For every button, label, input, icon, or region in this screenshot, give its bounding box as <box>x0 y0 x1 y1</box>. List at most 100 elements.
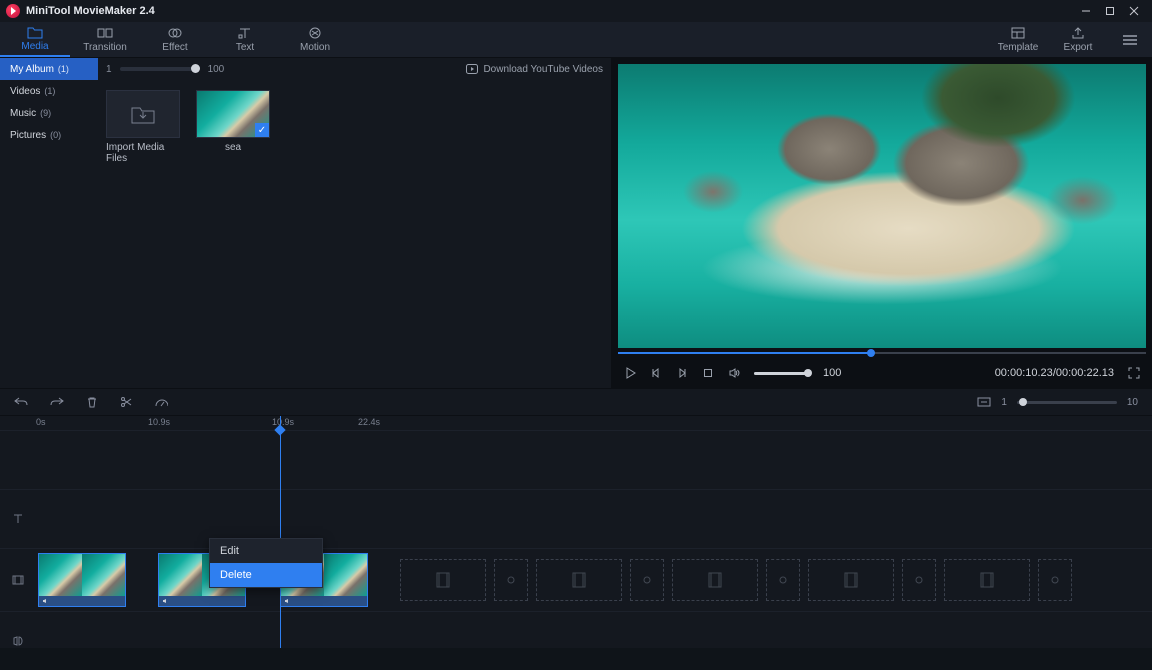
download-youtube-button[interactable]: Download YouTube Videos <box>466 64 603 75</box>
motion-icon <box>307 26 323 40</box>
split-button[interactable] <box>120 396 132 408</box>
tab-motion[interactable]: Motion <box>280 22 350 57</box>
play-button[interactable] <box>624 367 636 379</box>
sidebar-item-videos[interactable]: Videos(1) <box>0 80 98 102</box>
preview-viewport[interactable] <box>618 64 1146 348</box>
close-button[interactable] <box>1122 0 1146 22</box>
transition-placeholder[interactable] <box>766 559 800 601</box>
tab-effect[interactable]: Effect <box>140 22 210 57</box>
import-media-button[interactable]: Import Media Files <box>106 90 180 164</box>
stop-icon <box>702 367 714 379</box>
folder-download-icon <box>130 103 156 125</box>
next-frame-button[interactable] <box>676 367 688 379</box>
link-icon <box>640 573 654 587</box>
link-icon <box>1048 573 1062 587</box>
speed-button[interactable] <box>154 396 168 408</box>
ruler-mark: 0s <box>36 417 46 427</box>
scissors-icon <box>120 396 132 408</box>
tab-effect-label: Effect <box>162 42 187 53</box>
media-item-sea-label: sea <box>225 142 241 153</box>
minimize-button[interactable] <box>1074 0 1098 22</box>
volume-icon <box>728 367 740 379</box>
preview-panel: 100 00:00:10.23/00:00:22.13 <box>612 58 1152 388</box>
preview-seekbar[interactable] <box>618 348 1146 358</box>
film-icon <box>842 571 860 589</box>
tab-text-label: Text <box>236 42 254 53</box>
clip-placeholder[interactable] <box>400 559 486 601</box>
tab-media[interactable]: Media <box>0 22 70 57</box>
timeline-ruler[interactable]: 0s 10.9s 10.9s 22.4s <box>0 416 1152 430</box>
clip-placeholder[interactable] <box>808 559 894 601</box>
ruler-mark: 22.4s <box>358 417 380 427</box>
track-blank <box>0 430 1152 489</box>
hamburger-icon <box>1122 34 1138 46</box>
delete-button[interactable] <box>86 396 98 408</box>
volume-button[interactable] <box>728 367 740 379</box>
import-media-label: Import Media Files <box>106 142 180 164</box>
fit-button[interactable] <box>977 397 991 407</box>
clip-placeholder[interactable] <box>944 559 1030 601</box>
template-label: Template <box>998 42 1039 53</box>
sidebar-item-myalbum[interactable]: My Album(1) <box>0 58 98 80</box>
tab-transition[interactable]: Transition <box>70 22 140 57</box>
clip-context-menu: Edit Delete <box>209 538 323 588</box>
trash-icon <box>86 396 98 408</box>
template-button[interactable]: Template <box>988 22 1048 57</box>
tab-transition-label: Transition <box>83 42 127 53</box>
sidebar-item-pictures[interactable]: Pictures(0) <box>0 124 98 146</box>
ruler-mark: 10.9s <box>148 417 170 427</box>
film-icon <box>706 571 724 589</box>
speaker-icon <box>42 597 50 605</box>
tab-motion-label: Motion <box>300 42 330 53</box>
redo-icon <box>50 396 64 408</box>
template-icon <box>1010 26 1026 40</box>
main-tabs: Media Transition Effect Text Motion Temp… <box>0 22 1152 58</box>
undo-button[interactable] <box>14 396 28 408</box>
track-video[interactable] <box>0 548 1152 611</box>
export-label: Export <box>1064 42 1093 53</box>
playhead[interactable] <box>280 416 281 648</box>
link-icon <box>912 573 926 587</box>
app-logo-icon <box>6 4 20 18</box>
timeline-zoom-max: 10 <box>1127 397 1138 408</box>
volume-value: 100 <box>823 367 841 379</box>
ruler-mark: 10.9s <box>272 417 294 427</box>
transition-placeholder[interactable] <box>494 559 528 601</box>
titlebar: MiniTool MovieMaker 2.4 <box>0 0 1152 22</box>
track-audio[interactable] <box>0 611 1152 670</box>
thumb-zoom-slider[interactable] <box>120 67 200 71</box>
stop-button[interactable] <box>702 367 714 379</box>
undo-icon <box>14 396 28 408</box>
sidebar-item-music[interactable]: Music(9) <box>0 102 98 124</box>
next-frame-icon <box>676 367 688 379</box>
link-icon <box>504 573 518 587</box>
thumb-zoom-min: 1 <box>106 64 112 75</box>
ctx-edit[interactable]: Edit <box>210 539 322 563</box>
export-button[interactable]: Export <box>1048 22 1108 57</box>
link-icon <box>776 573 790 587</box>
fullscreen-button[interactable] <box>1128 367 1140 379</box>
menu-button[interactable] <box>1108 22 1152 57</box>
track-text[interactable] <box>0 489 1152 548</box>
library-panel: 1 100 Download YouTube Videos Import Med… <box>98 58 612 388</box>
transition-placeholder[interactable] <box>1038 559 1072 601</box>
prev-frame-button[interactable] <box>650 367 662 379</box>
check-icon: ✓ <box>255 123 269 137</box>
clip-placeholder[interactable] <box>672 559 758 601</box>
tab-text[interactable]: Text <box>210 22 280 57</box>
redo-button[interactable] <box>50 396 64 408</box>
volume-slider[interactable] <box>754 372 809 375</box>
transition-placeholder[interactable] <box>630 559 664 601</box>
timecode: 00:00:10.23/00:00:22.13 <box>995 367 1114 379</box>
transition-placeholder[interactable] <box>902 559 936 601</box>
timeline: 0s 10.9s 10.9s 22.4s <box>0 416 1152 648</box>
ctx-delete[interactable]: Delete <box>210 563 322 587</box>
timeline-clip[interactable] <box>38 553 126 607</box>
timeline-zoom-slider[interactable] <box>1017 401 1117 404</box>
folder-icon <box>27 25 43 39</box>
maximize-button[interactable] <box>1098 0 1122 22</box>
media-item-sea[interactable]: ✓ sea <box>196 90 270 153</box>
film-icon <box>434 571 452 589</box>
clip-placeholder[interactable] <box>536 559 622 601</box>
timeline-zoom-min: 1 <box>1001 397 1007 408</box>
